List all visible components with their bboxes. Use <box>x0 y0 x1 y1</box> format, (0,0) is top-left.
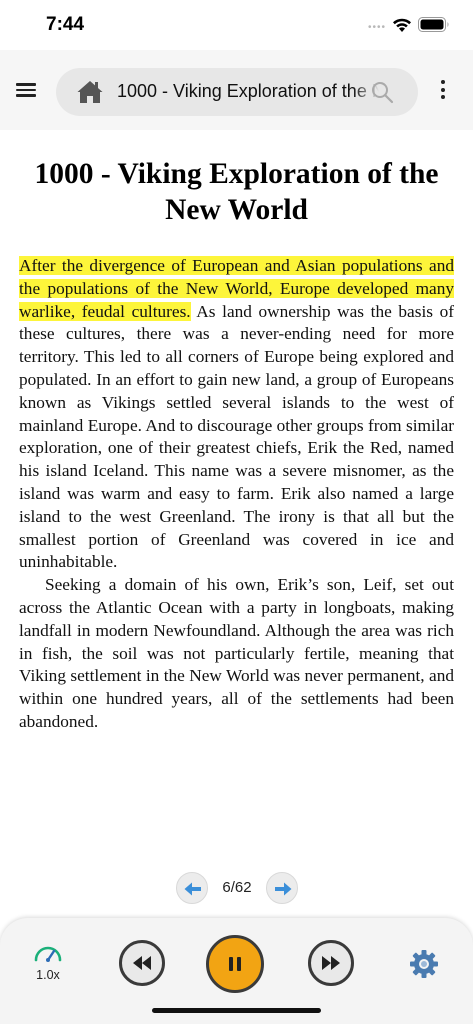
paragraph-1: After the divergence of European and Asi… <box>19 255 454 574</box>
page-indicator: 6/62 <box>222 879 252 896</box>
top-bar: 1000 - Viking Exploration of the New Wor… <box>0 50 473 130</box>
previous-page-button[interactable] <box>176 872 208 904</box>
signal-dots: •••• <box>368 22 387 33</box>
fast-forward-icon <box>322 956 340 970</box>
more-vertical-icon[interactable] <box>436 80 450 106</box>
gear-icon[interactable] <box>408 948 440 980</box>
next-page-button[interactable] <box>266 872 298 904</box>
play-pause-button[interactable] <box>206 935 264 993</box>
status-bar: 7:44 •••• <box>0 0 473 50</box>
pause-icon <box>229 957 241 971</box>
speedometer-icon <box>34 946 62 962</box>
wifi-icon <box>393 18 411 32</box>
pager: 6/62 <box>0 870 473 906</box>
address-text[interactable]: 1000 - Viking Exploration of the New Wor… <box>117 81 379 102</box>
arrow-right-icon <box>275 882 292 896</box>
home-icon[interactable] <box>76 79 104 105</box>
status-time: 7:44 <box>46 14 85 35</box>
arrow-left-icon <box>184 882 201 896</box>
paragraph-2: Seeking a domain of his own, Erik’s son,… <box>19 575 454 731</box>
home-indicator[interactable] <box>152 1008 321 1013</box>
page-title: 1000 - Viking Exploration of the New Wor… <box>34 158 439 226</box>
speed-control[interactable]: 1.0x <box>26 940 70 986</box>
menu-icon[interactable] <box>14 80 40 102</box>
address-bar[interactable]: 1000 - Viking Exploration of the New Wor… <box>56 68 418 116</box>
paragraph-1-text: As land ownership was the basis of these… <box>19 301 455 572</box>
article-body: After the divergence of European and Asi… <box>19 255 454 734</box>
search-icon[interactable] <box>370 80 394 104</box>
rewind-button[interactable] <box>119 940 165 986</box>
fast-forward-button[interactable] <box>308 940 354 986</box>
audio-player-bar: 1.0x <box>0 918 473 1024</box>
rewind-icon <box>133 956 151 970</box>
speed-label: 1.0x <box>36 968 60 982</box>
battery-icon <box>418 17 449 32</box>
